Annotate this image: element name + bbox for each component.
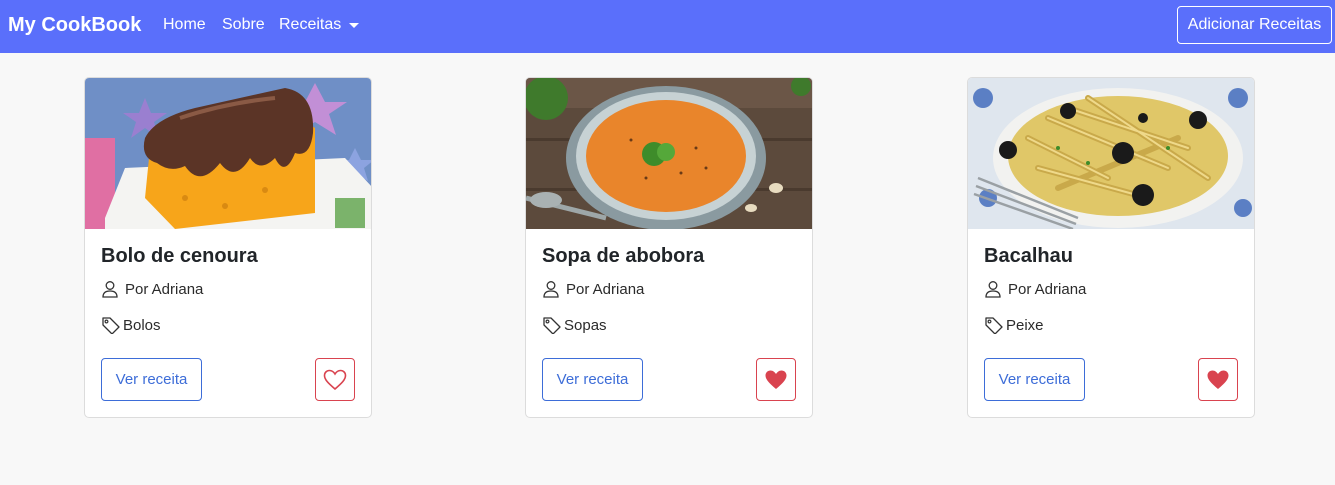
nav-receitas-dropdown[interactable]: Receitas	[279, 16, 360, 34]
card-tag-text: Bolos	[123, 316, 161, 334]
tag-icon	[985, 317, 1003, 334]
card-author: Por Adriana	[984, 280, 1086, 298]
nav-receitas-label: Receitas	[279, 16, 342, 33]
card-image-carrot-cake	[85, 78, 371, 229]
heart-outline-icon	[323, 369, 347, 390]
card-author: Por Adriana	[542, 280, 644, 298]
card-tag-text: Sopas	[564, 316, 607, 334]
card-tag: Sopas	[542, 316, 607, 334]
card-tag-text: Peixe	[1006, 316, 1044, 334]
card-author-text: Por Adriana	[125, 280, 204, 298]
recipe-card: Sopa de abobora Por Adriana Sopas Ver re…	[525, 77, 813, 418]
user-icon	[985, 281, 1001, 298]
add-recipe-button[interactable]: Adicionar Receitas	[1177, 6, 1332, 44]
recipe-card: Bolo de cenoura Por Adriana Bolos Ver re…	[84, 77, 372, 418]
view-recipe-button[interactable]: Ver receita	[101, 358, 202, 401]
navbar: My CookBook Home Sobre Receitas Adiciona…	[0, 0, 1335, 53]
favorite-button[interactable]	[756, 358, 796, 401]
card-title: Bacalhau	[984, 245, 1073, 267]
card-author-text: Por Adriana	[566, 280, 645, 298]
recipe-card: Bacalhau Por Adriana Peixe Ver receita	[967, 77, 1255, 418]
nav-sobre-link[interactable]: Sobre	[222, 16, 265, 34]
user-icon	[543, 281, 559, 298]
card-tag: Peixe	[984, 316, 1044, 334]
nav-home-link[interactable]: Home	[163, 16, 206, 34]
card-image-codfish	[968, 78, 1254, 229]
card-title: Sopa de abobora	[542, 245, 705, 267]
caret-down-icon	[349, 22, 360, 28]
favorite-button[interactable]	[1198, 358, 1238, 401]
card-image-pumpkin-soup	[526, 78, 812, 229]
card-title: Bolo de cenoura	[101, 245, 258, 267]
card-tag: Bolos	[101, 316, 161, 334]
brand-link[interactable]: My CookBook	[8, 14, 141, 37]
tag-icon	[543, 317, 561, 334]
card-author: Por Adriana	[101, 280, 203, 298]
tag-icon	[102, 317, 120, 334]
heart-filled-icon	[765, 370, 787, 389]
card-author-text: Por Adriana	[1008, 280, 1087, 298]
favorite-button[interactable]	[315, 358, 355, 401]
heart-filled-icon	[1207, 370, 1229, 389]
user-icon	[102, 281, 118, 298]
view-recipe-button[interactable]: Ver receita	[542, 358, 643, 401]
view-recipe-button[interactable]: Ver receita	[984, 358, 1085, 401]
